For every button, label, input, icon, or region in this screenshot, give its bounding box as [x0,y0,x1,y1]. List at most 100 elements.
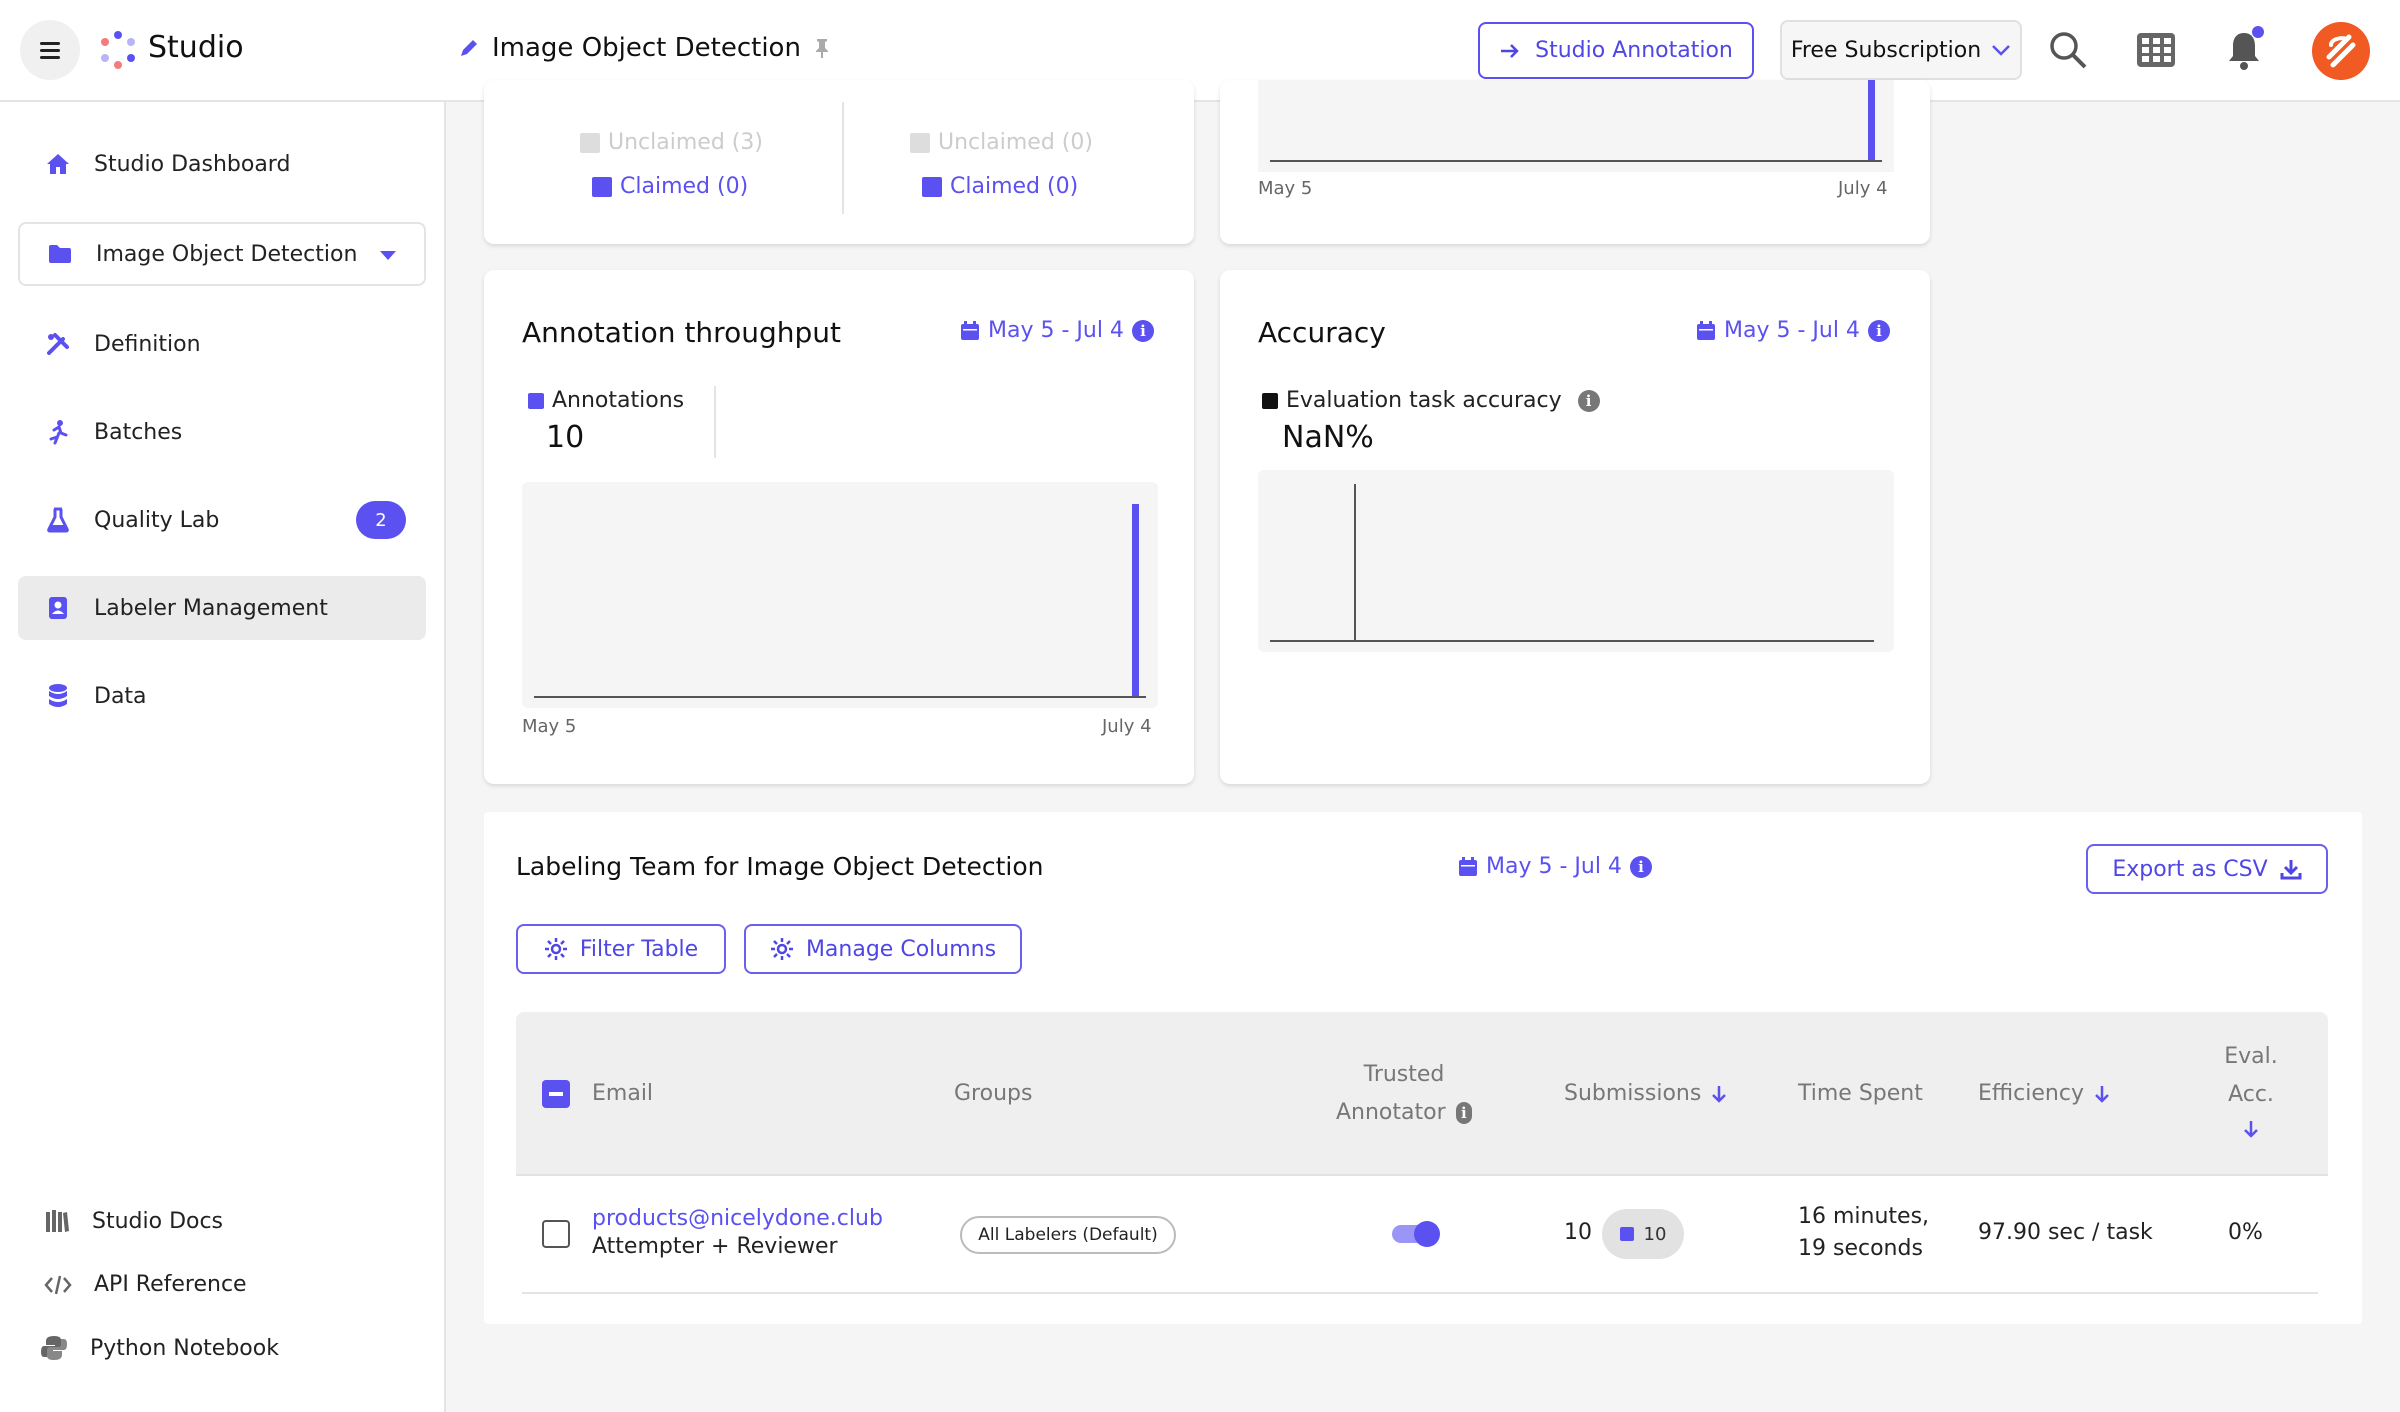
column-header-submissions[interactable]: Submissions [1564,1075,1727,1113]
filter-table-button[interactable]: Filter Table [516,924,726,974]
submissions-chip: 10 [1602,1209,1684,1259]
sidebar-item-studio-dashboard[interactable]: Studio Dashboard [18,132,426,196]
studio-annotation-button[interactable]: Studio Annotation [1478,22,1754,79]
efficiency-value: 97.90 sec / task [1978,1220,2153,1245]
chart-bar [1868,80,1875,160]
chart-area [1258,80,1894,172]
info-icon[interactable]: i [1629,855,1652,878]
contact-book-icon [44,594,72,622]
gear-icon [544,938,567,960]
sidebar-item-label: Definition [94,331,201,357]
pin-icon[interactable] [813,37,831,59]
column-header-groups[interactable]: Groups [954,1075,1032,1113]
flask-icon [44,506,72,534]
column-header-line: Trusted [1363,1062,1445,1087]
project-title-group: Image Object Detection [458,33,831,63]
legend-label: Evaluation task accuracy [1286,388,1562,413]
x-axis-end-label: July 4 [1838,178,1888,199]
submissions-chip-value: 10 [1643,1223,1667,1245]
legend-swatch [910,132,930,153]
sidebar-item-data[interactable]: Data [18,664,426,728]
chart-baseline [1270,160,1882,162]
filter-label: Filter Table [579,936,699,962]
manage-label: Manage Columns [805,936,997,962]
sidebar-item-label: Image Object Detection [96,241,358,267]
accuracy-chart-area [1258,470,1894,652]
sidebar: Studio Dashboard Image Object Detection … [0,102,446,1412]
column-header-line-wrap: Annotator i [1336,1094,1472,1132]
chart-bar [1132,504,1139,696]
grid-icon [2137,33,2175,67]
trusted-annotator-toggle[interactable] [1392,1220,1442,1248]
notification-dot [2252,26,2264,38]
apps-grid-button[interactable] [2134,28,2178,72]
legend-swatch [580,132,600,153]
app-title: Studio [148,30,244,65]
sidebar-item-definition[interactable]: Definition [18,312,426,376]
column-header-time-spent[interactable]: Time Spent [1798,1075,1923,1113]
column-header-label: Submissions [1564,1081,1702,1106]
x-axis-start-label: May 5 [522,716,577,737]
sidebar-item-batches[interactable]: Batches [18,400,426,464]
column-header-email[interactable]: Email [592,1075,653,1113]
card-title: Annotation throughput [522,316,841,349]
panel-title: Labeling Team for Image Object Detection [516,852,1044,881]
manage-columns-button[interactable]: Manage Columns [744,924,1022,974]
annotations-legend: Annotations [528,388,684,413]
row-checkbox[interactable] [542,1220,570,1248]
search-button[interactable] [2046,28,2090,72]
footer-link-label: API Reference [94,1272,247,1297]
legend-swatch [1262,392,1278,409]
info-icon[interactable]: i [1867,319,1890,342]
legend-swatch [528,392,544,409]
legend-swatch [1619,1227,1634,1241]
subscription-select[interactable]: Free Subscription [1780,20,2022,80]
notifications-button[interactable] [2222,26,2266,72]
studio-logo-icon [101,31,135,69]
user-avatar[interactable] [2312,22,2370,80]
column-header-efficiency[interactable]: Efficiency [1978,1075,2110,1113]
date-range-label: May 5 - Jul 4 [1486,854,1622,879]
column-divider [842,102,844,214]
info-icon[interactable]: i [1131,319,1154,342]
sidebar-item-labeler-management[interactable]: Labeler Management [18,576,426,640]
calendar-icon [1697,320,1715,340]
calendar-icon [961,320,979,340]
footer-link-label: Studio Docs [92,1208,224,1234]
claimed-legend: Claimed (0) [592,174,748,199]
date-range-picker[interactable]: May 5 - Jul 4 i [960,318,1154,343]
footer-link-api-reference[interactable]: API Reference [44,1272,247,1297]
legend-swatch [592,176,612,197]
gear-icon [770,938,793,960]
date-range-picker[interactable]: May 5 - Jul 4 i [1458,854,1652,879]
footer-link-python-notebook[interactable]: Python Notebook [40,1334,279,1362]
footer-link-studio-docs[interactable]: Studio Docs [44,1208,223,1234]
menu-toggle-button[interactable] [20,20,80,80]
column-header-trusted[interactable]: Trusted Annotator i [1336,1056,1472,1132]
export-csv-button[interactable]: Export as CSV [2086,844,2328,894]
select-all-checkbox[interactable] [542,1080,570,1108]
info-icon[interactable]: i [1577,389,1600,412]
table-row[interactable]: products@nicelydone.club Attempter + Rev… [516,1178,2328,1294]
sidebar-item-quality-lab[interactable]: Quality Lab 2 [18,488,426,552]
claimed-legend: Claimed (0) [922,174,1078,199]
pencil-icon[interactable] [458,37,480,59]
legend-label: Annotations [552,388,685,413]
labeler-email[interactable]: products@nicelydone.club [592,1206,883,1231]
labeler-role: Attempter + Reviewer [592,1234,838,1259]
toggle-knob [1414,1221,1440,1247]
sidebar-item-label: Data [94,683,147,709]
sidebar-item-label: Studio Dashboard [94,151,291,177]
unclaimed-legend: Unclaimed (3) [580,130,763,155]
unclaimed-label: Unclaimed (3) [608,130,763,155]
column-header-label: Efficiency [1978,1081,2084,1106]
indeterminate-mark [549,1092,563,1096]
column-header-eval-acc[interactable]: Eval. Acc. [2220,1038,2282,1152]
date-range-picker[interactable]: May 5 - Jul 4 i [1696,318,1890,343]
hamburger-icon [40,48,60,52]
accuracy-card: Accuracy May 5 - Jul 4 i Evaluation task… [1220,270,1930,784]
accuracy-legend: Evaluation task accuracy i [1262,388,1600,413]
arrow-right-icon [1501,43,1519,58]
sidebar-item-project-select[interactable]: Image Object Detection [18,222,426,286]
info-icon[interactable]: i [1455,1102,1472,1124]
